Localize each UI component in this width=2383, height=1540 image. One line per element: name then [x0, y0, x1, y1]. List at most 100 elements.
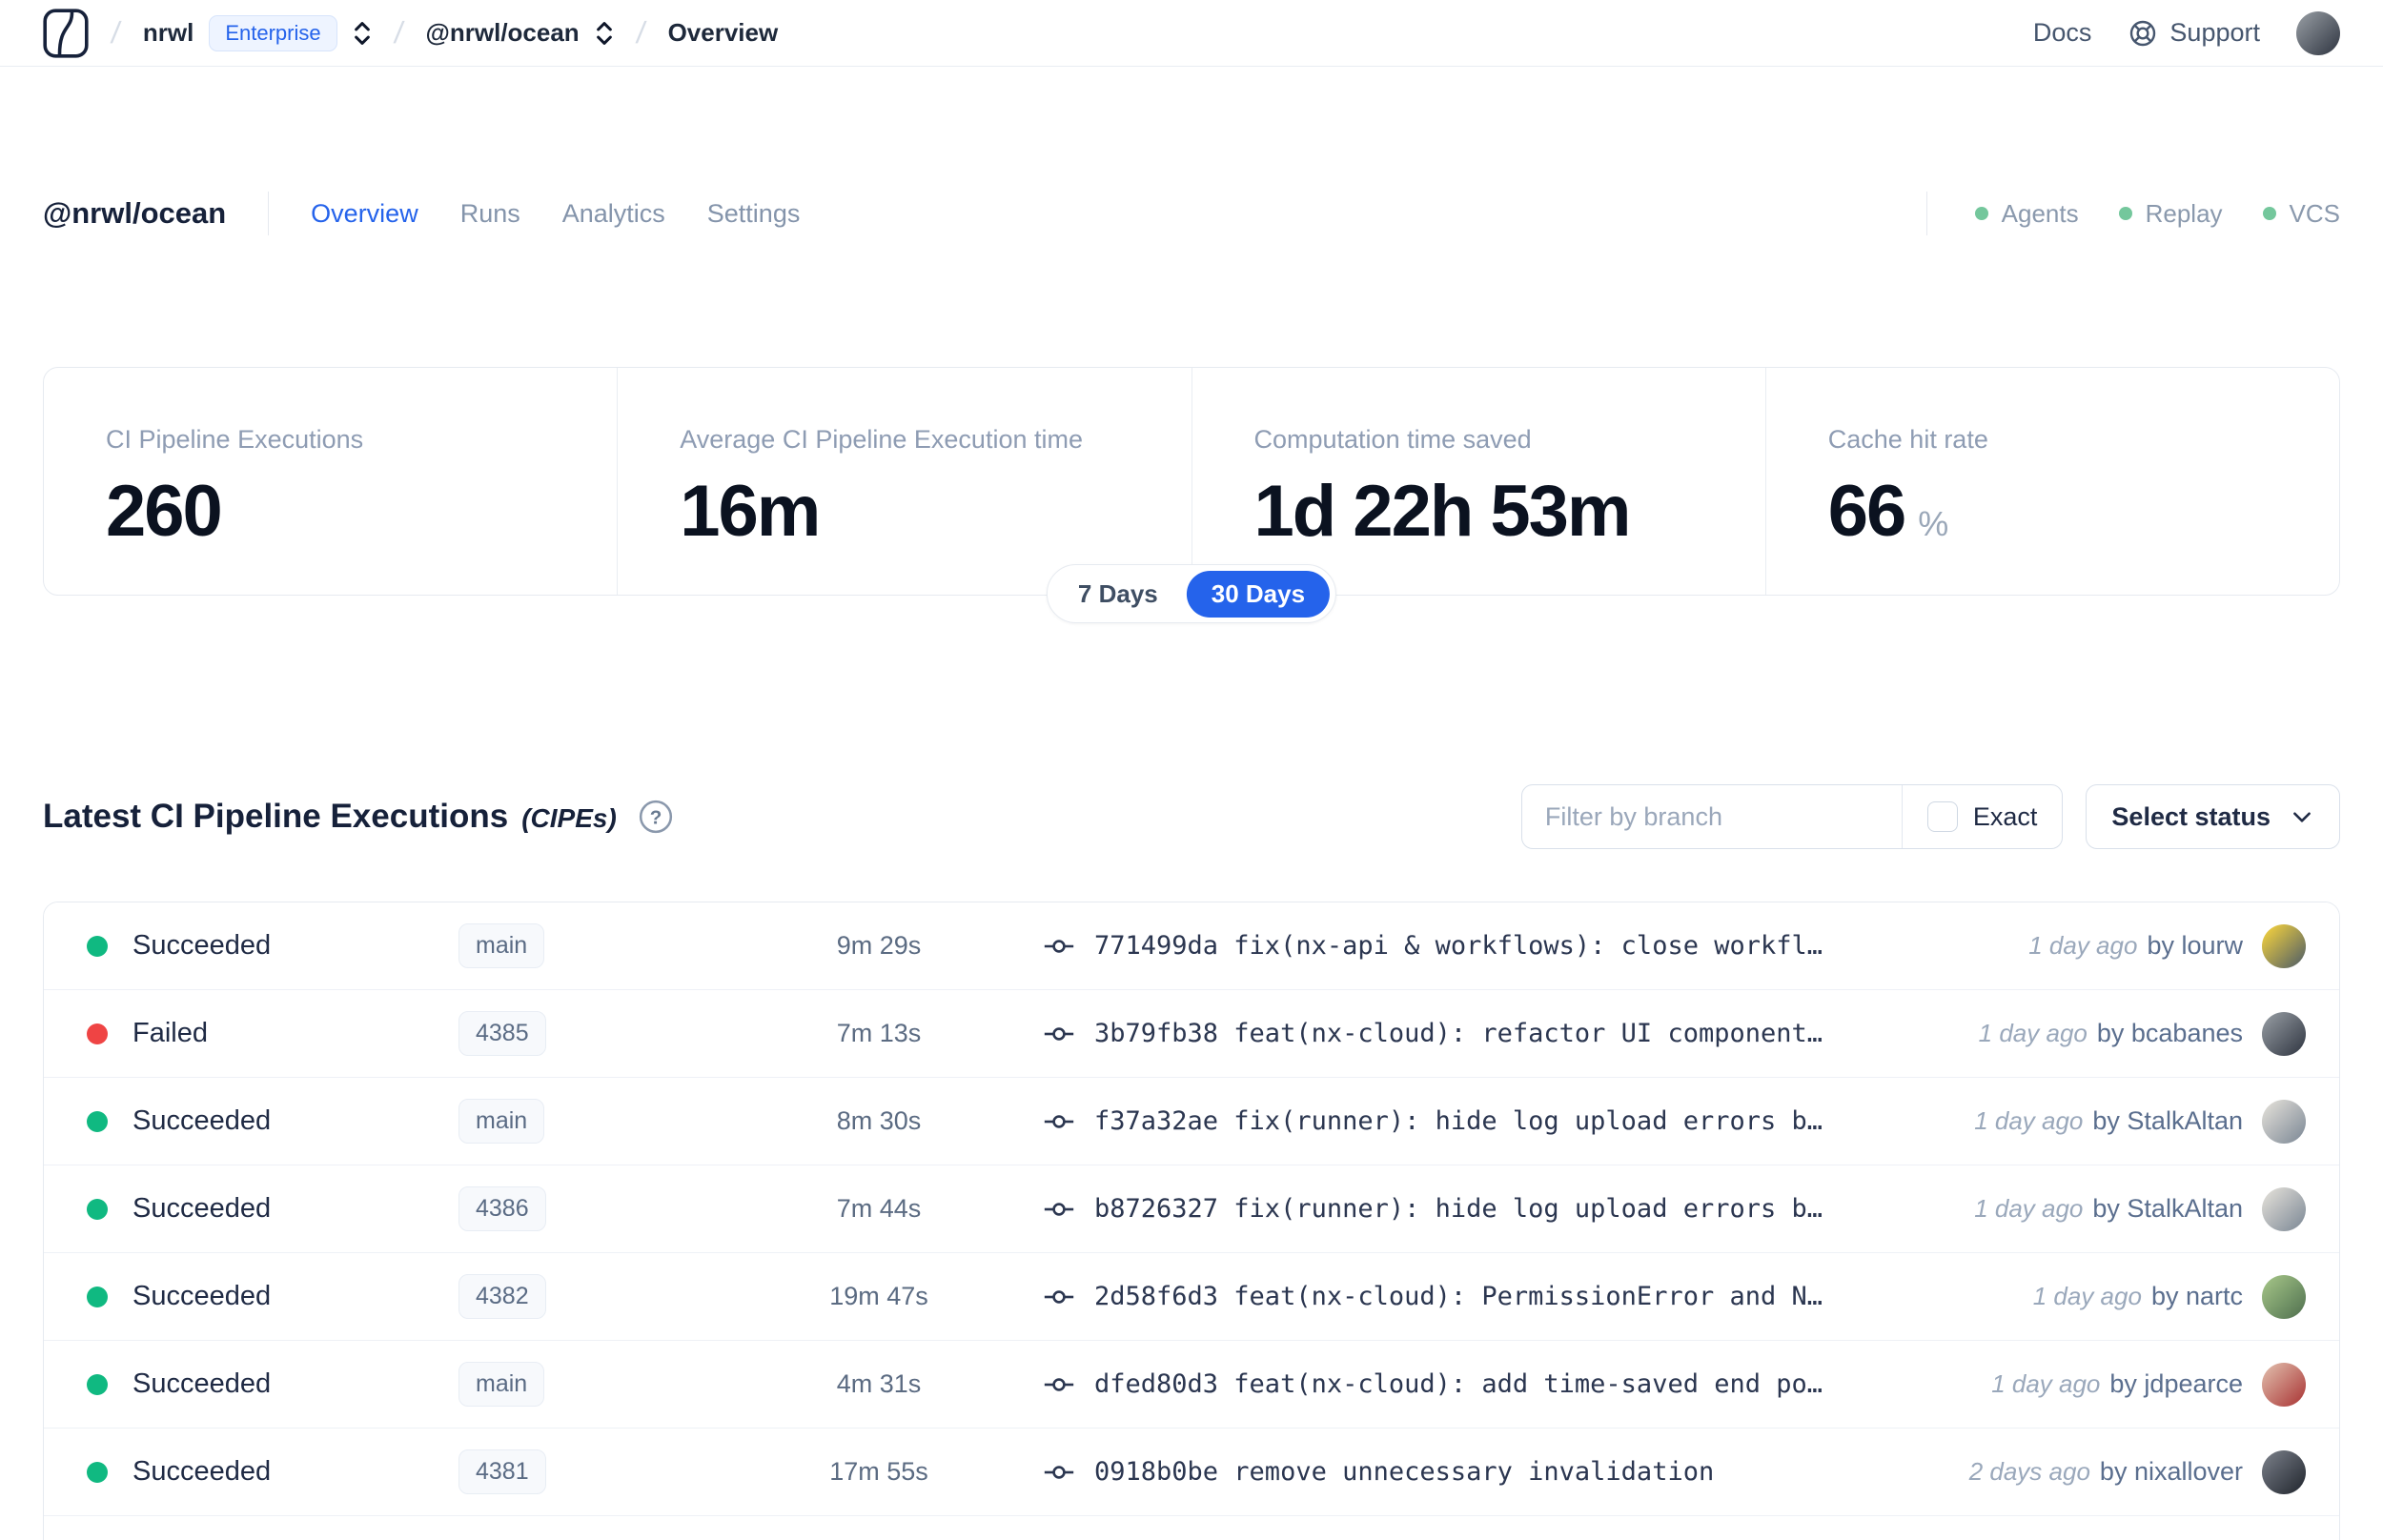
stats-cards: CI Pipeline Executions 260 Average CI Pi…: [43, 367, 2340, 596]
workspace-switcher-icon[interactable]: [595, 19, 614, 48]
author[interactable]: by nartc: [2151, 1282, 2243, 1311]
select-status-button[interactable]: Select status: [2086, 784, 2340, 849]
author[interactable]: by jdpearce: [2109, 1369, 2243, 1399]
author-avatar[interactable]: [2262, 1011, 2306, 1056]
user-avatar[interactable]: [2296, 10, 2340, 55]
top-nav: / nrwl Enterprise / @nrwl/ocean / Overvi…: [0, 0, 2383, 67]
status-dot: [87, 935, 108, 957]
table-row[interactable]: Succeeded main 8m 30s f37a32ae fix(runner…: [44, 1078, 2339, 1165]
author[interactable]: by StalkAltan: [2092, 1106, 2243, 1136]
author[interactable]: by StalkAltan: [2092, 1194, 2243, 1224]
service-status-legend: Agents Replay VCS: [1925, 192, 2340, 235]
status-agents: Agents: [1974, 199, 2079, 229]
breadcrumb-page: Overview: [667, 18, 779, 47]
duration: 17m 55s: [829, 1457, 928, 1486]
green-status-dot: [2118, 207, 2132, 220]
stat-value: 1d 22h 53m: [1253, 471, 1632, 552]
commit-message[interactable]: 0918b0be remove unnecessary invalidation: [1094, 1457, 1714, 1487]
status-label: Succeeded: [132, 930, 272, 961]
branch-badge[interactable]: 4382: [458, 1274, 546, 1319]
author[interactable]: by nixallover: [2100, 1457, 2243, 1487]
cipe-list-header: Latest CI Pipeline Executions(CIPEs) ? E…: [43, 783, 2340, 850]
breadcrumb-separator: /: [634, 15, 648, 50]
git-commit-icon: [1043, 1372, 1075, 1397]
breadcrumb-workspace[interactable]: @nrwl/ocean: [426, 18, 580, 48]
duration: 9m 29s: [836, 931, 922, 960]
green-status-dot: [2262, 207, 2276, 220]
branch-badge[interactable]: 4386: [458, 1186, 546, 1231]
commit-message[interactable]: 3b79fb38 feat(nx-cloud): refactor UI comp…: [1094, 1019, 1823, 1048]
table-row[interactable]: Succeeded 4381 17m 55s 0918b0be remove un…: [44, 1429, 2339, 1516]
author-avatar[interactable]: [2262, 1274, 2306, 1319]
org-switcher-icon[interactable]: [353, 19, 372, 48]
commit-message[interactable]: 771499da fix(nx-api & workflows): close w…: [1094, 931, 1823, 961]
app: / nrwl Enterprise / @nrwl/ocean / Overvi…: [0, 0, 2383, 1540]
branch-filter-input[interactable]: [1521, 785, 1902, 848]
green-status-dot: [1974, 207, 1988, 220]
table-row[interactable]: Succeeded main 4m 31s dfed80d3 feat(nx-cl…: [44, 1341, 2339, 1429]
commit-message[interactable]: b8726327 fix(runner): hide log upload err…: [1094, 1194, 1823, 1224]
nx-cloud-logo-icon[interactable]: [43, 8, 89, 58]
status-dot: [87, 1461, 108, 1483]
stat-cache-hit-rate: Cache hit rate 66%: [1764, 368, 2339, 595]
breadcrumb-org[interactable]: nrwl: [143, 18, 193, 48]
table-row[interactable]: Succeeded 4382 19m 47s 2d58f6d3 feat(nx-c…: [44, 1253, 2339, 1341]
branch-badge[interactable]: main: [458, 1099, 545, 1144]
author-avatar[interactable]: [2262, 1099, 2306, 1144]
exact-label[interactable]: Exact: [1973, 802, 2038, 832]
author[interactable]: by lourw: [2147, 931, 2243, 961]
commit-message[interactable]: 2d58f6d3 feat(nx-cloud): PermissionError …: [1094, 1282, 1823, 1311]
commit-message[interactable]: dfed80d3 feat(nx-cloud): add time-saved e…: [1094, 1369, 1823, 1399]
branch-filter-group: Exact: [1520, 784, 2064, 849]
author-avatar[interactable]: [2262, 1449, 2306, 1494]
tab-runs[interactable]: Runs: [460, 199, 520, 229]
commit-message[interactable]: f37a32ae fix(runner): hide log upload err…: [1094, 1106, 1823, 1136]
page-title: @nrwl/ocean: [43, 196, 227, 230]
time-ago: 1 day ago: [2032, 1282, 2142, 1310]
exact-checkbox[interactable]: [1926, 801, 1958, 832]
help-icon[interactable]: ?: [638, 799, 674, 835]
support-link[interactable]: Support: [2128, 18, 2260, 49]
branch-badge[interactable]: main: [458, 923, 545, 968]
enterprise-badge: Enterprise: [209, 14, 337, 51]
git-commit-icon: [1043, 1197, 1075, 1222]
table-row[interactable]: Succeeded main 9m 29s 771499da fix(nx-api…: [44, 902, 2339, 990]
author-avatar[interactable]: [2262, 923, 2306, 968]
filters: Exact Select status: [1520, 784, 2340, 849]
stat-ci-pipeline-executions: CI Pipeline Executions 260: [44, 368, 617, 595]
branch-badge[interactable]: 4381: [458, 1449, 546, 1494]
status-label: Succeeded: [132, 1281, 272, 1311]
git-commit-icon: [1043, 934, 1075, 959]
range-7-days[interactable]: 7 Days: [1053, 571, 1183, 618]
stat-value: 66%: [1827, 471, 1949, 552]
cipe-table: Succeeded main 9m 29s 771499da fix(nx-api…: [43, 902, 2340, 1540]
author-avatar[interactable]: [2262, 1186, 2306, 1231]
duration: 7m 44s: [836, 1194, 922, 1223]
tab-analytics[interactable]: Analytics: [562, 199, 665, 229]
chevron-down-icon: [2290, 804, 2314, 829]
author-avatar[interactable]: [2262, 1362, 2306, 1407]
workspace-header: @nrwl/ocean Overview Runs Analytics Sett…: [43, 187, 2340, 240]
tab-settings[interactable]: Settings: [707, 199, 801, 229]
status-dot: [87, 1286, 108, 1307]
breadcrumb-separator: /: [392, 15, 406, 50]
git-commit-icon: [1043, 1109, 1075, 1134]
docs-link[interactable]: Docs: [2033, 18, 2092, 48]
duration: 4m 31s: [836, 1369, 922, 1398]
status-label: Succeeded: [132, 1105, 272, 1136]
branch-badge[interactable]: 4385: [458, 1011, 546, 1056]
table-row[interactable]: Succeeded 4386 7m 44s b8726327 fix(runner…: [44, 1165, 2339, 1253]
branch-badge[interactable]: main: [458, 1362, 545, 1407]
author[interactable]: by bcabanes: [2097, 1019, 2243, 1048]
table-row[interactable]: Failed 4385 7m 13s 3b79fb38 feat(nx-cloud…: [44, 990, 2339, 1078]
git-commit-icon: [1043, 1285, 1075, 1309]
range-30-days[interactable]: 30 Days: [1186, 570, 1331, 618]
git-commit-icon: [1043, 1460, 1075, 1485]
time-ago: 1 day ago: [1974, 1106, 2084, 1135]
duration: 8m 30s: [836, 1106, 922, 1135]
lifebuoy-icon: [2128, 18, 2158, 49]
tab-overview[interactable]: Overview: [311, 199, 418, 229]
status-vcs: VCS: [2262, 199, 2340, 229]
section-title: Latest CI Pipeline Executions (CIPEs): [43, 798, 617, 835]
status-dot: [87, 1023, 108, 1044]
